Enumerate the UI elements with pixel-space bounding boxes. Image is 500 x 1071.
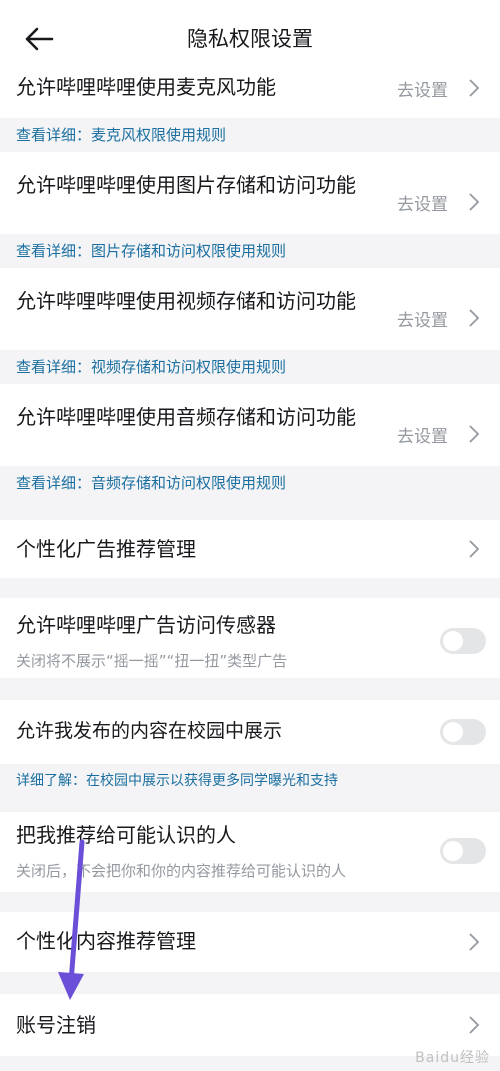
- content-recommend-manage-label: 个性化内容推荐管理: [16, 929, 196, 953]
- campus-display-label: 允许我发布的内容在校园中展示: [16, 720, 283, 742]
- mic-go-settings[interactable]: 去设置: [397, 76, 448, 101]
- mic-detail-link[interactable]: 查看详细：麦克风权限使用规则: [0, 118, 500, 152]
- chevron-right-icon: [469, 1016, 480, 1034]
- audio-go-settings[interactable]: 去设置: [397, 422, 448, 447]
- mic-permission-label: 允许哔哩哔哩使用麦克风功能: [16, 75, 276, 99]
- campus-display-row: 允许我发布的内容在校园中展示: [0, 700, 500, 764]
- campus-detail-link[interactable]: 详细了解：在校园中展示以获得更多同学曝光和支持: [0, 764, 500, 798]
- campus-display-toggle[interactable]: [440, 719, 486, 745]
- ad-sensor-description: 关闭将不展示“摇一摇”“扭一扭”类型广告: [16, 652, 288, 670]
- recommend-to-people-row: 把我推荐给可能认识的人 关闭后，不会把你和你的内容推荐给可能认识的人: [0, 812, 500, 892]
- chevron-right-icon: [469, 79, 480, 97]
- top-bar: 隐私权限设置: [0, 0, 500, 74]
- recommend-to-people-label: 把我推荐给可能认识的人: [16, 823, 236, 847]
- ad-recommend-manage-row[interactable]: 个性化广告推荐管理: [0, 520, 500, 578]
- chevron-right-icon: [469, 193, 480, 211]
- video-permission-row[interactable]: 允许哔哩哔哩使用视频存储和访问功能 去设置: [0, 268, 500, 350]
- image-detail-link[interactable]: 查看详细：图片存储和访问权限使用规则: [0, 234, 500, 268]
- watermark: Baidu经验: [415, 1050, 490, 1066]
- image-go-settings[interactable]: 去设置: [397, 190, 448, 215]
- chevron-right-icon: [469, 425, 480, 443]
- video-permission-label: 允许哔哩哔哩使用视频存储和访问功能: [16, 289, 356, 313]
- chevron-right-icon: [469, 540, 480, 558]
- account-cancel-label: 账号注销: [16, 1013, 96, 1037]
- audio-permission-label: 允许哔哩哔哩使用音频存储和访问功能: [16, 405, 356, 429]
- ad-sensor-row: 允许哔哩哔哩广告访问传感器 关闭将不展示“摇一摇”“扭一扭”类型广告: [0, 598, 500, 678]
- recommend-to-people-toggle[interactable]: [440, 838, 486, 864]
- page-title: 隐私权限设置: [187, 27, 313, 51]
- video-go-settings[interactable]: 去设置: [397, 306, 448, 331]
- ad-sensor-toggle[interactable]: [440, 628, 486, 654]
- content-recommend-manage-row[interactable]: 个性化内容推荐管理: [0, 912, 500, 972]
- audio-detail-link[interactable]: 查看详细：音频存储和访问权限使用规则: [0, 466, 500, 500]
- ad-recommend-manage-label: 个性化广告推荐管理: [16, 537, 196, 561]
- ad-sensor-label: 允许哔哩哔哩广告访问传感器: [16, 613, 276, 637]
- mic-permission-row[interactable]: 允许哔哩哔哩使用麦克风功能 去设置: [0, 74, 500, 118]
- audio-permission-row[interactable]: 允许哔哩哔哩使用音频存储和访问功能 去设置: [0, 384, 500, 466]
- recommend-to-people-description: 关闭后，不会把你和你的内容推荐给可能认识的人: [16, 862, 347, 880]
- chevron-right-icon: [469, 309, 480, 327]
- video-detail-link[interactable]: 查看详细：视频存储和访问权限使用规则: [0, 350, 500, 384]
- image-permission-label: 允许哔哩哔哩使用图片存储和访问功能: [16, 173, 356, 197]
- chevron-right-icon: [469, 933, 480, 951]
- image-permission-row[interactable]: 允许哔哩哔哩使用图片存储和访问功能 去设置: [0, 152, 500, 234]
